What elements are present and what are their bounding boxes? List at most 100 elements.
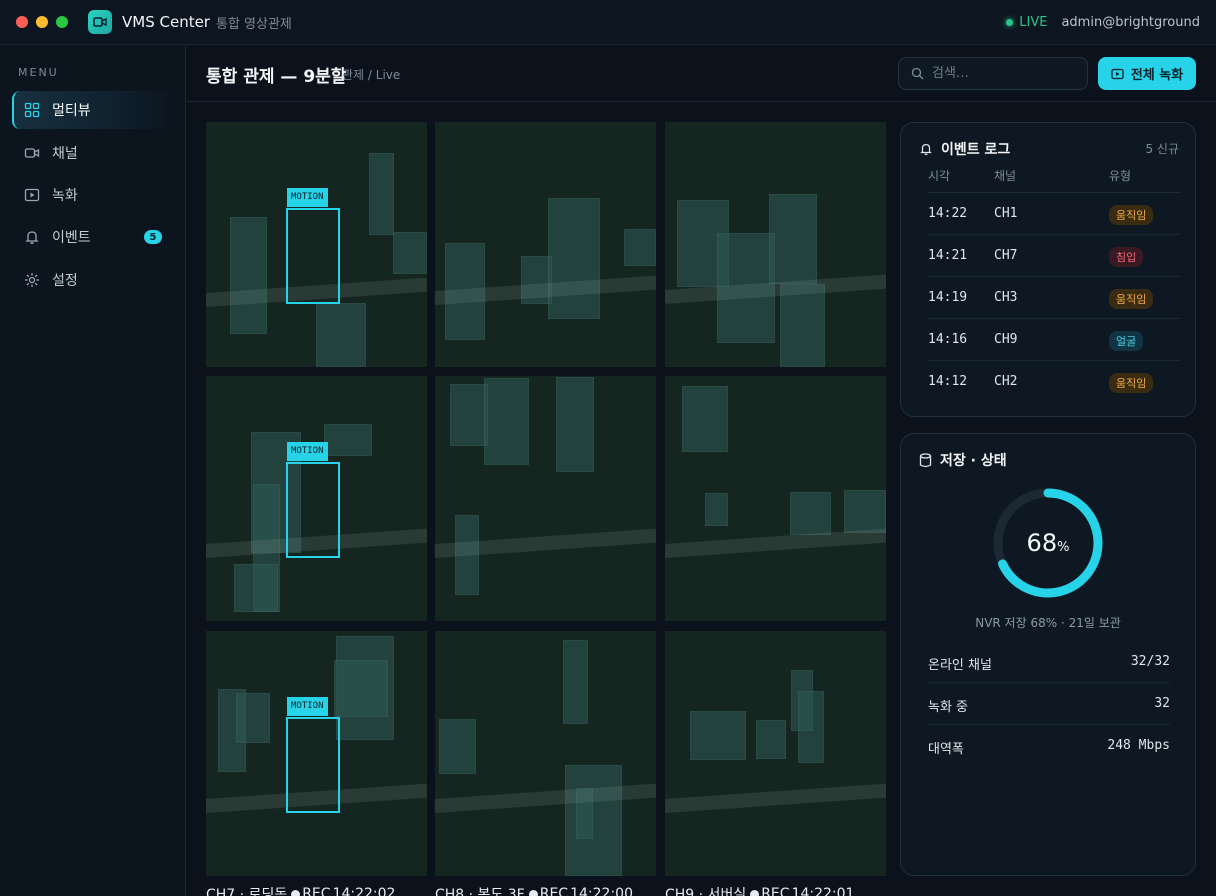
storage-gauge: 68 % [992,487,1104,599]
rec-label: REC [302,886,331,896]
record-all-label: 전체 녹화 [1130,68,1184,83]
event-time: 14:21 [928,248,968,263]
motion-detection-box [286,208,340,304]
sidebar-item-multiview[interactable]: 멀티뷰 [12,91,172,129]
event-count-badge: 5 [144,230,162,244]
rec-label: REC [761,886,790,896]
record-all-button[interactable]: 전체 녹화 [1098,57,1196,90]
event-row[interactable]: 14:22 CH1 움직임 [928,193,1180,235]
storage-percent-unit: % [1057,539,1070,555]
motion-tag: MOTION [287,188,328,207]
camera-tile-1[interactable]: MOTION [206,122,427,367]
event-type-badge: 움직임 [1109,205,1154,225]
breadcrumb: 관제 / Live [342,68,401,82]
live-label: LIVE [1019,15,1048,30]
app-name: VMS Center [122,13,210,31]
sidebar-item-label: 설정 [52,273,78,289]
event-time: 14:16 [928,332,968,347]
camera-feed [435,631,656,876]
sidebar-item-events[interactable]: 이벤트 5 [12,218,172,256]
camera-timestamp: 14:22:00 [570,886,633,896]
storage-title-text: 저장 · 상태 [940,453,1007,469]
event-time: 14:22 [928,206,968,221]
stat-key: 대역폭 [928,742,964,757]
event-row[interactable]: 14:21 CH7 침입 [928,235,1180,277]
event-table-header: 시각 채널 유형 [928,167,1180,193]
rec-label: REC [539,886,569,896]
storage-status-panel: 저장 · 상태 68 % NVR 저장 68% · 21일 보관 온라인 채널 … [900,433,1196,876]
camera-tile-3[interactable] [665,122,886,367]
camera-tile-5[interactable] [435,376,656,621]
stat-key: 녹화 중 [928,700,969,715]
event-channel: CH9 [994,332,1018,347]
camera-timestamp: 14:22:02 [332,886,396,896]
camera-tile-7[interactable]: MOTION CH7 · 로딩독 REC 14:22:02 [206,631,427,896]
database-icon [919,452,932,467]
search-box[interactable] [898,57,1088,90]
sidebar-item-channels[interactable]: 채널 [12,134,172,172]
rec-dot-icon [528,889,538,896]
stat-value: 32/32 [1130,654,1170,669]
camera-feed: MOTION [206,376,427,621]
column-header-channel: 채널 [994,169,1017,183]
storage-title: 저장 · 상태 [919,450,1007,470]
motion-tag: MOTION [287,442,328,461]
event-row[interactable]: 14:12 CH2 움직임 [928,361,1180,403]
camera-grid: MOTION MOTION MOTION CH7 · 로딩독 REC 14:22… [206,122,886,896]
event-channel: CH7 [994,248,1018,263]
event-time: 14:12 [928,374,968,389]
camera-feed [435,376,656,621]
sidebar-item-recording[interactable]: 녹화 [12,176,172,214]
sidebar-item-label: 녹화 [52,188,78,204]
camera-tile-4[interactable]: MOTION [206,376,427,621]
event-row[interactable]: 14:19 CH3 움직임 [928,277,1180,319]
camera-tile-6[interactable] [665,376,886,621]
camera-feed [435,122,656,367]
event-type-badge: 얼굴 [1109,331,1144,351]
maximize-window-button[interactable] [56,16,68,28]
stat-row: 온라인 채널 32/32 [928,641,1170,683]
window-controls [16,16,68,28]
storage-caption: NVR 저장 68% · 21일 보관 [975,616,1121,630]
camera-tile-2[interactable] [435,122,656,367]
stat-key: 온라인 채널 [928,658,992,673]
title-bar: VMS Center 통합 영상관제 LIVE admin@brightgrou… [0,0,1216,45]
minimize-window-button[interactable] [36,16,48,28]
user-account[interactable]: admin@brightground [1061,15,1200,30]
stat-value: 248 Mbps [1107,738,1170,753]
sidebar-item-settings[interactable]: 설정 [12,261,172,299]
bell-icon [25,231,39,244]
camera-tile-8[interactable]: CH8 · 복도 3F REC 14:22:00 [435,631,656,896]
event-row[interactable]: 14:16 CH9 얼굴 [928,319,1180,361]
sidebar: MENU 멀티뷰 채널 녹화 이벤트 5 설정 [0,46,186,896]
sidebar-item-label: 채널 [52,146,78,162]
camera-label: CH7 · 로딩독 REC 14:22:02 [206,884,446,896]
close-window-button[interactable] [16,16,28,28]
camera-feed: MOTION [206,122,427,367]
motion-detection-box [286,462,340,558]
event-time: 14:19 [928,290,968,305]
camera-icon [24,148,40,158]
event-channel: CH1 [994,206,1018,221]
event-type-badge: 움직임 [1109,289,1154,309]
search-input[interactable] [932,66,1072,81]
stat-row: 대역폭 248 Mbps [928,725,1170,767]
camera-name: CH9 · 서버실 [665,887,747,896]
event-log-title: 이벤트 로그 [919,139,1010,159]
new-events-count: 5 신규 [1145,142,1179,156]
app-logo-icon [88,10,112,34]
live-indicator: LIVE [1006,15,1047,30]
camera-tile-9[interactable]: CH9 · 서버실 REC 14:22:01 [665,631,886,896]
sidebar-item-label: 멀티뷰 [52,103,91,119]
motion-tag: MOTION [287,697,328,716]
motion-detection-box [286,717,340,813]
event-type-badge: 침입 [1109,247,1144,267]
camera-label: CH8 · 복도 3F REC 14:22:00 [435,884,675,896]
event-type-badge: 움직임 [1109,373,1154,393]
event-channel: CH3 [994,290,1018,305]
bell-icon [920,144,932,156]
camera-name: CH7 · 로딩독 [206,887,288,896]
record-icon [1111,68,1124,79]
rec-dot-icon [750,889,760,896]
page-title: 통합 관제 — 9분할 [206,67,347,87]
